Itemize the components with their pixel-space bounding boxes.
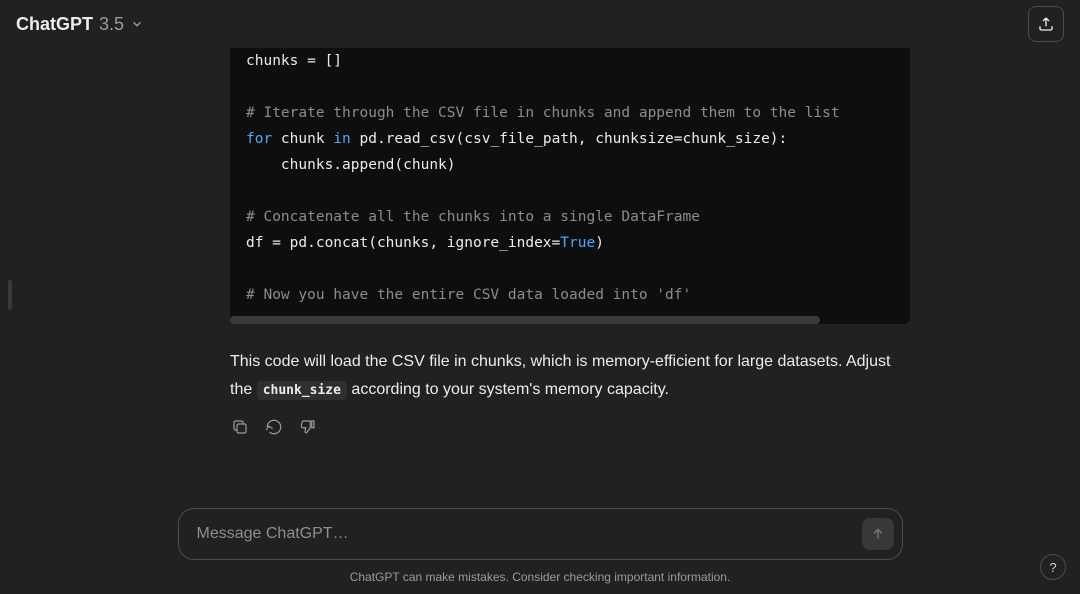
help-label: ? xyxy=(1049,560,1056,575)
copy-button[interactable] xyxy=(230,417,250,437)
send-button[interactable] xyxy=(862,518,894,550)
copy-icon xyxy=(231,418,249,436)
code-content: chunks = [] # Iterate through the CSV fi… xyxy=(230,48,910,324)
message-actions xyxy=(230,417,910,437)
model-version: 3.5 xyxy=(99,14,124,35)
arrow-up-icon xyxy=(870,526,886,542)
share-icon xyxy=(1037,15,1055,33)
message-column: chunks = [] # Iterate through the CSV fi… xyxy=(230,48,910,484)
dislike-button[interactable] xyxy=(298,417,318,437)
inline-code-chunk-size: chunk_size xyxy=(257,381,347,400)
thumbs-down-icon xyxy=(299,418,317,436)
share-button[interactable] xyxy=(1028,6,1064,42)
input-bar-wrap xyxy=(0,508,1080,560)
message-input-bar xyxy=(178,508,903,560)
code-horizontal-scrollbar[interactable] xyxy=(230,316,820,324)
chevron-down-icon xyxy=(130,17,144,31)
footer-disclaimer: ChatGPT can make mistakes. Consider chec… xyxy=(0,570,1080,584)
message-input[interactable] xyxy=(197,525,862,543)
header: ChatGPT 3.5 xyxy=(0,0,1080,48)
regenerate-button[interactable] xyxy=(264,417,284,437)
assistant-message-text: This code will load the CSV file in chun… xyxy=(230,348,910,405)
model-name: ChatGPT xyxy=(16,14,93,35)
chat-area: chunks = [] # Iterate through the CSV fi… xyxy=(0,48,1080,484)
regenerate-icon xyxy=(265,418,283,436)
help-button[interactable]: ? xyxy=(1040,554,1066,580)
code-block: chunks = [] # Iterate through the CSV fi… xyxy=(230,48,910,324)
model-selector[interactable]: ChatGPT 3.5 xyxy=(16,14,144,35)
message-text-part2: according to your system's memory capaci… xyxy=(347,381,669,398)
